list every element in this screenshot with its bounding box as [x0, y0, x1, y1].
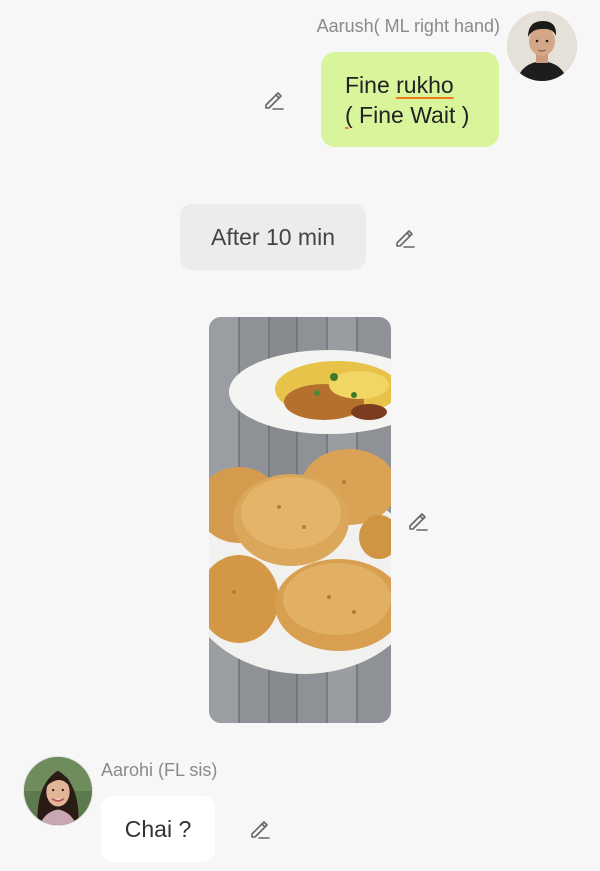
avatar-aarush[interactable] [507, 11, 577, 81]
message-bubble-chai[interactable]: Chai ? [101, 796, 215, 862]
message-text-paren: ( [345, 102, 353, 128]
edit-pencil-icon[interactable] [262, 88, 286, 112]
message-line-2: ( Fine Wait ) [345, 100, 481, 130]
sender-name-aarush: Aarush( ML right hand) [316, 16, 500, 36]
message-bubble-after-10-min[interactable]: After 10 min [180, 204, 366, 270]
message-text-fine: Fine [345, 72, 397, 98]
chat-screen: Aarush( ML right hand) Fine rukho ( Fine… [0, 0, 600, 871]
sender-name-aarohi: Aarohi (FL sis) [101, 760, 218, 780]
message-bubble-fine-rukho[interactable]: Fine rukho ( Fine Wait ) [321, 52, 499, 147]
message-line-1: Fine rukho [345, 70, 481, 100]
avatar-aarohi[interactable] [23, 756, 93, 826]
message-photo-food[interactable] [209, 317, 391, 723]
avatar-aarohi-image [24, 757, 92, 825]
edit-pencil-icon[interactable] [406, 509, 430, 533]
message-text-rukho: rukho [396, 72, 454, 98]
message-text-fine-wait: Fine Wait ) [352, 102, 470, 128]
food-photo-image [209, 317, 391, 723]
edit-pencil-icon[interactable] [393, 226, 417, 250]
avatar-aarush-image [507, 11, 577, 81]
edit-pencil-icon[interactable] [248, 817, 272, 841]
